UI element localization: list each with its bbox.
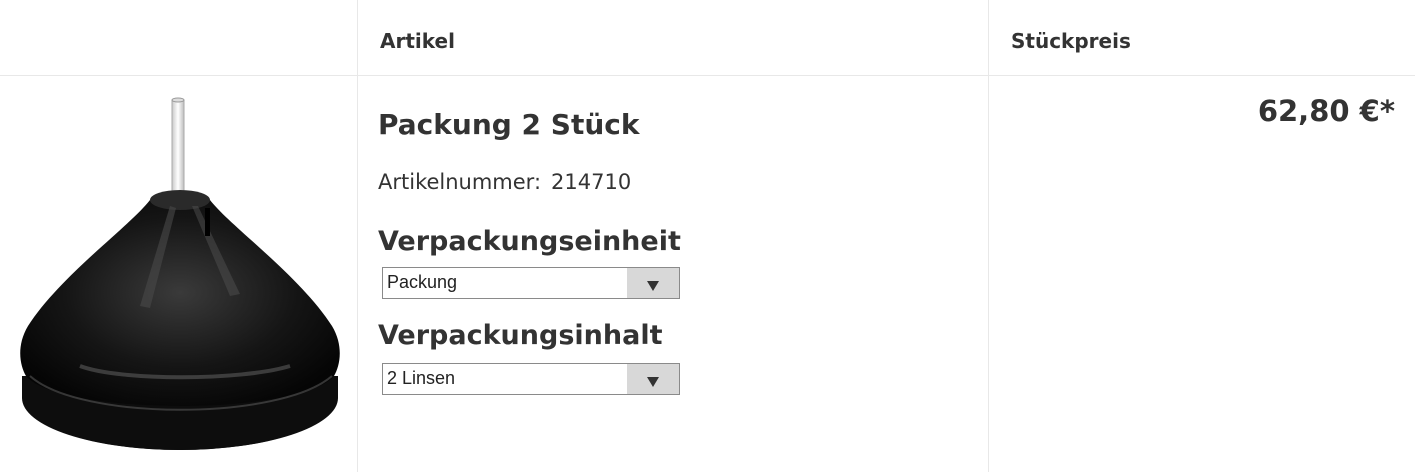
packaging-unit-dropdown-button[interactable] xyxy=(627,268,679,298)
product-image-lens-cone-icon xyxy=(20,97,340,450)
packaging-content-label: Verpackungsinhalt xyxy=(378,320,663,351)
column-header-article: Artikel xyxy=(380,29,455,53)
packaging-content-dropdown-button[interactable] xyxy=(627,364,679,394)
column-divider xyxy=(988,0,989,472)
chevron-down-icon xyxy=(647,281,659,291)
sku-label: Artikelnummer: xyxy=(378,170,542,194)
chevron-down-icon xyxy=(647,377,659,387)
column-divider xyxy=(357,0,358,472)
product-image[interactable] xyxy=(0,76,357,472)
product-table: Artikel Stückpreis Packung 2 Stück Artik… xyxy=(0,0,1415,472)
packaging-unit-select[interactable]: Packung xyxy=(382,267,680,299)
column-header-unit-price: Stückpreis xyxy=(1011,29,1131,53)
unit-price: 62,80 €* xyxy=(1257,94,1395,128)
sku-row: Artikelnummer: 214710 xyxy=(378,170,631,194)
packaging-content-select[interactable]: 2 Linsen xyxy=(382,363,680,395)
packaging-unit-selected-value: Packung xyxy=(387,272,458,292)
sku-value: 214710 xyxy=(551,170,632,194)
packaging-content-selected-value: 2 Linsen xyxy=(387,368,456,388)
product-name[interactable]: Packung 2 Stück xyxy=(378,108,639,141)
packaging-unit-label: Verpackungseinheit xyxy=(378,226,681,257)
